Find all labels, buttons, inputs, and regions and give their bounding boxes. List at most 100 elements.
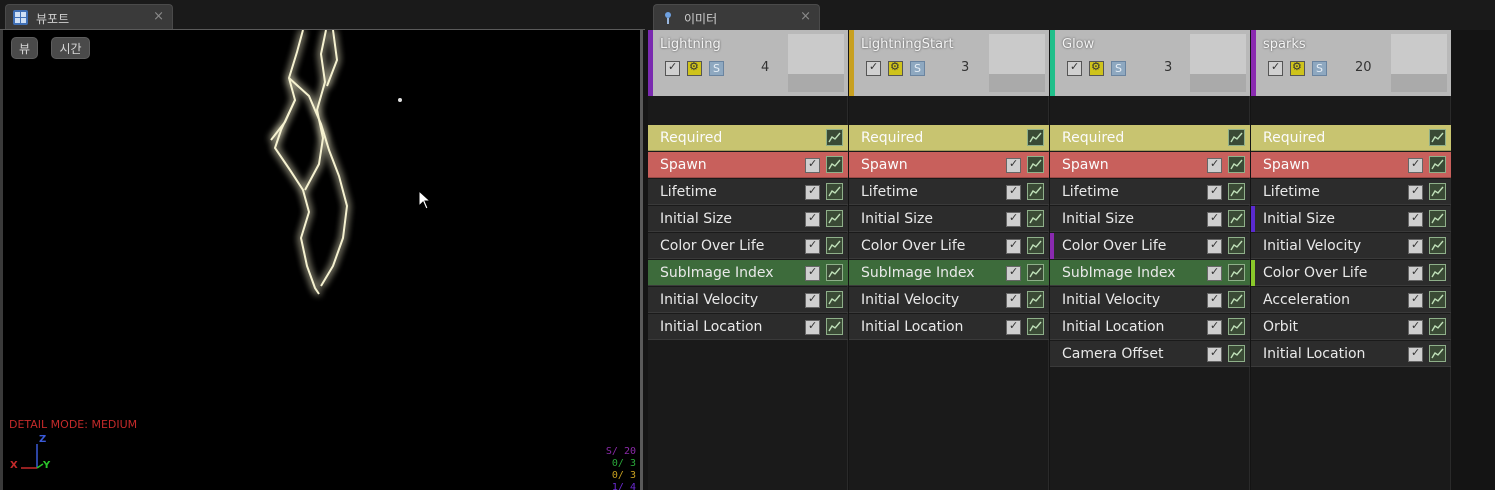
module-row[interactable]: SubImage Index: [849, 260, 1049, 286]
module-row[interactable]: Initial Location: [648, 314, 848, 340]
module-enable-checkbox[interactable]: [1207, 292, 1222, 308]
module-enable-checkbox[interactable]: [1006, 319, 1021, 335]
curve-editor-icon[interactable]: [1027, 183, 1044, 200]
curve-editor-icon[interactable]: [826, 318, 843, 335]
curve-editor-icon[interactable]: [1429, 264, 1446, 281]
module-row[interactable]: Initial Size: [849, 206, 1049, 232]
s-toggle-button[interactable]: S: [1111, 61, 1126, 76]
module-enable-checkbox[interactable]: [1408, 238, 1423, 254]
curve-editor-icon[interactable]: [1429, 183, 1446, 200]
module-row[interactable]: Color Over Life: [849, 233, 1049, 259]
module-row[interactable]: Spawn: [648, 152, 848, 178]
module-row[interactable]: Initial Location: [1050, 314, 1250, 340]
enable-checkbox[interactable]: [1067, 60, 1082, 76]
module-row[interactable]: Initial Location: [1251, 341, 1451, 367]
curve-editor-icon[interactable]: [1429, 237, 1446, 254]
curve-editor-icon[interactable]: [1228, 183, 1245, 200]
module-row[interactable]: Required: [1050, 125, 1250, 151]
emitter-column[interactable]: Glow S 3 Required Spawn Lifetime Initial Size C…: [1050, 30, 1250, 490]
solo-icon[interactable]: [1290, 60, 1305, 76]
module-enable-checkbox[interactable]: [805, 184, 820, 200]
module-row[interactable]: Spawn: [1251, 152, 1451, 178]
s-toggle-button[interactable]: S: [709, 61, 724, 76]
module-row[interactable]: Initial Size: [648, 206, 848, 232]
emitter-column[interactable]: sparks S 20 Required Spawn Lifetime Initial Si…: [1251, 30, 1451, 490]
curve-editor-icon[interactable]: [826, 156, 843, 173]
close-icon[interactable]: ×: [800, 9, 811, 24]
module-row[interactable]: Required: [849, 125, 1049, 151]
module-enable-checkbox[interactable]: [1408, 292, 1423, 308]
curve-editor-icon[interactable]: [1429, 156, 1446, 173]
module-enable-checkbox[interactable]: [1408, 346, 1423, 362]
emitter-column[interactable]: Lightning S 4 Required Spawn Lifetime Initial …: [648, 30, 848, 490]
curve-editor-icon[interactable]: [826, 237, 843, 254]
curve-editor-icon[interactable]: [826, 291, 843, 308]
module-enable-checkbox[interactable]: [1207, 265, 1222, 281]
module-enable-checkbox[interactable]: [1006, 292, 1021, 308]
module-enable-checkbox[interactable]: [1207, 238, 1222, 254]
solo-icon[interactable]: [687, 60, 702, 76]
emitter-header[interactable]: Glow S 3: [1050, 30, 1250, 96]
module-enable-checkbox[interactable]: [805, 265, 820, 281]
module-row[interactable]: SubImage Index: [1050, 260, 1250, 286]
module-row[interactable]: Camera Offset: [1050, 341, 1250, 367]
curve-editor-icon[interactable]: [1228, 129, 1245, 146]
module-enable-checkbox[interactable]: [1207, 346, 1222, 362]
solo-icon[interactable]: [888, 60, 903, 76]
curve-editor-icon[interactable]: [1429, 291, 1446, 308]
module-enable-checkbox[interactable]: [805, 319, 820, 335]
curve-editor-icon[interactable]: [1027, 237, 1044, 254]
curve-editor-icon[interactable]: [1027, 156, 1044, 173]
emitter-header[interactable]: Lightning S 4: [648, 30, 848, 96]
curve-editor-icon[interactable]: [826, 210, 843, 227]
module-enable-checkbox[interactable]: [1408, 157, 1423, 173]
curve-editor-icon[interactable]: [1228, 291, 1245, 308]
module-enable-checkbox[interactable]: [1408, 211, 1423, 227]
module-enable-checkbox[interactable]: [805, 211, 820, 227]
module-row[interactable]: Lifetime: [1251, 179, 1451, 205]
module-row[interactable]: Required: [648, 125, 848, 151]
emitter-header[interactable]: LightningStart S 3: [849, 30, 1049, 96]
module-enable-checkbox[interactable]: [1207, 319, 1222, 335]
curve-editor-icon[interactable]: [1228, 210, 1245, 227]
module-enable-checkbox[interactable]: [805, 157, 820, 173]
emitter-column[interactable]: LightningStart S 3 Required Spawn Lifetime Ini…: [849, 30, 1049, 490]
module-row[interactable]: Initial Size: [1050, 206, 1250, 232]
module-enable-checkbox[interactable]: [1408, 319, 1423, 335]
tab-viewport[interactable]: 뷰포트 ×: [5, 4, 173, 30]
module-row[interactable]: Spawn: [1050, 152, 1250, 178]
module-row[interactable]: Color Over Life: [1050, 233, 1250, 259]
viewport[interactable]: 뷰 시간 DETAIL MODE: MEDIUM Z X Y S/ 20 0/ …: [3, 30, 640, 490]
curve-editor-icon[interactable]: [1027, 210, 1044, 227]
emitter-panel[interactable]: Lightning S 4 Required Spawn Lifetime Initial …: [648, 30, 1495, 490]
module-enable-checkbox[interactable]: [1006, 265, 1021, 281]
curve-editor-icon[interactable]: [1027, 291, 1044, 308]
curve-editor-icon[interactable]: [826, 183, 843, 200]
module-enable-checkbox[interactable]: [805, 238, 820, 254]
module-enable-checkbox[interactable]: [1006, 184, 1021, 200]
tab-emitters[interactable]: 이미터 ×: [653, 4, 820, 30]
module-enable-checkbox[interactable]: [1006, 211, 1021, 227]
module-row[interactable]: Lifetime: [648, 179, 848, 205]
enable-checkbox[interactable]: [866, 60, 881, 76]
curve-editor-icon[interactable]: [826, 129, 843, 146]
module-enable-checkbox[interactable]: [1408, 265, 1423, 281]
curve-editor-icon[interactable]: [826, 264, 843, 281]
curve-editor-icon[interactable]: [1429, 129, 1446, 146]
solo-icon[interactable]: [1089, 60, 1104, 76]
curve-editor-icon[interactable]: [1027, 264, 1044, 281]
module-row[interactable]: Lifetime: [849, 179, 1049, 205]
module-row[interactable]: Initial Size: [1251, 206, 1451, 232]
curve-editor-icon[interactable]: [1228, 318, 1245, 335]
curve-editor-icon[interactable]: [1228, 156, 1245, 173]
module-row[interactable]: Color Over Life: [648, 233, 848, 259]
curve-editor-icon[interactable]: [1027, 318, 1044, 335]
module-enable-checkbox[interactable]: [1006, 238, 1021, 254]
close-icon[interactable]: ×: [153, 9, 164, 24]
curve-editor-icon[interactable]: [1429, 345, 1446, 362]
s-toggle-button[interactable]: S: [1312, 61, 1327, 76]
module-enable-checkbox[interactable]: [805, 292, 820, 308]
module-enable-checkbox[interactable]: [1207, 211, 1222, 227]
module-enable-checkbox[interactable]: [1408, 184, 1423, 200]
curve-editor-icon[interactable]: [1429, 210, 1446, 227]
